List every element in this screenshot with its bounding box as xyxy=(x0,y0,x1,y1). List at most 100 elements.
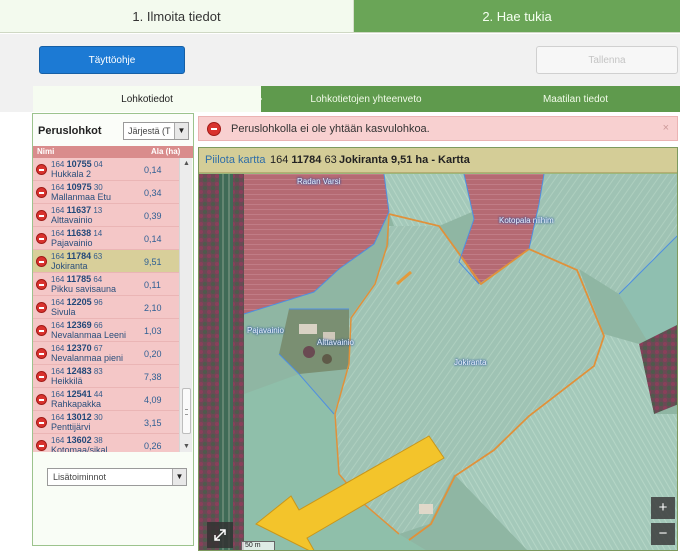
fill-help-button[interactable]: Täyttöohje xyxy=(39,46,185,74)
parcel-number: 164 12369 66 xyxy=(51,320,103,330)
parcel-row[interactable]: 164 13602 38 Kotomaa/sikal 0,26 xyxy=(33,434,179,452)
stop-icon xyxy=(36,256,47,267)
chevron-down-icon[interactable]: ▼ xyxy=(172,469,186,485)
stop-icon xyxy=(36,302,47,313)
scroll-up-icon[interactable]: ▲ xyxy=(183,160,190,167)
parcel-row[interactable]: 164 12369 66 Nevalanmaa Leeni 1,03 xyxy=(33,319,179,342)
parcel-area: 0,20 xyxy=(144,349,162,359)
tab-arrow-icon xyxy=(471,86,482,112)
parcel-panel-title: Peruslohkot xyxy=(38,125,102,137)
parcel-row[interactable]: 164 11637 13 Alttavainio 0,39 xyxy=(33,204,179,227)
action-bar: Täyttöohje Tallenna xyxy=(0,34,680,86)
parcel-name: Kotomaa/sikal xyxy=(51,445,108,452)
parcel-number: 164 11785 64 xyxy=(51,274,103,284)
parcel-name: Nevalanmaa pieni xyxy=(51,353,124,363)
parcel-name: Mallanmaa Etu xyxy=(51,192,112,202)
parcel-row[interactable]: 164 12205 96 Sivula 2,10 xyxy=(33,296,179,319)
map-scale: 50 m xyxy=(241,541,275,550)
parcel-number: 164 13602 38 xyxy=(51,435,103,445)
stop-icon xyxy=(36,279,47,290)
parcel-number: 164 12370 67 xyxy=(51,343,103,353)
stop-icon xyxy=(36,325,47,336)
parcel-number: 164 10755 04 xyxy=(51,159,103,169)
parcel-panel-header: Peruslohkot Järjestä (T ▼ xyxy=(33,114,193,146)
tab-arrow-icon xyxy=(251,86,262,112)
map-label-radan-varsi: Radan Varsi xyxy=(297,177,341,186)
parcel-name: Penttijärvi xyxy=(51,422,91,432)
parcel-row[interactable]: 164 11784 63 Jokiranta 9,51 xyxy=(33,250,179,273)
map-title: Jokiranta 9,51 ha - Kartta xyxy=(339,154,470,166)
parcel-area: 9,51 xyxy=(144,257,162,267)
stop-icon xyxy=(36,371,47,382)
parcel-area: 1,03 xyxy=(144,326,162,336)
parcel-row[interactable]: 164 10975 30 Mallanmaa Etu 0,34 xyxy=(33,181,179,204)
chevron-down-icon[interactable]: ▼ xyxy=(174,123,188,139)
stop-icon xyxy=(36,233,47,244)
parcel-name: Sivula xyxy=(51,307,76,317)
parcel-number: 164 11638 14 xyxy=(51,228,103,238)
parcel-name: Rahkapakka xyxy=(51,399,102,409)
tab-lohkotiedot[interactable]: Lohkotiedot xyxy=(33,86,261,112)
scroll-down-icon[interactable]: ▼ xyxy=(183,443,190,450)
parcel-row[interactable]: 164 12370 67 Nevalanmaa pieni 0,20 xyxy=(33,342,179,365)
zoom-out-button[interactable]: − xyxy=(651,523,675,545)
map-parcel-id: 164 11784 63 xyxy=(270,154,337,166)
stop-icon xyxy=(36,164,47,175)
scrollbar-thumb[interactable] xyxy=(182,388,191,434)
map-label-kotopala: Kotopala niihim xyxy=(499,216,554,225)
sort-select[interactable]: Järjestä (T ▼ xyxy=(123,122,189,140)
tab-maatilan-tiedot[interactable]: Maatilan tiedot xyxy=(471,86,680,112)
more-actions-value: Lisätoiminnot xyxy=(53,472,107,482)
parcel-area: 3,15 xyxy=(144,418,162,428)
parcel-number: 164 12541 44 xyxy=(51,389,103,399)
parcel-name: Alttavainio xyxy=(51,215,93,225)
map-label-alttavainio: Alttavainio xyxy=(317,338,354,347)
parcel-number: 164 10975 30 xyxy=(51,182,103,192)
parcel-area: 2,10 xyxy=(144,303,162,313)
parcel-row[interactable]: 164 12541 44 Rahkapakka 4,09 xyxy=(33,388,179,411)
zoom-in-button[interactable]: + xyxy=(651,497,675,519)
expand-icon xyxy=(214,529,226,541)
stop-icon xyxy=(207,122,221,136)
hide-map-link[interactable]: Piilota kartta xyxy=(205,154,266,166)
map-header: Piilota kartta 164 11784 63 Jokiranta 9,… xyxy=(199,148,677,173)
wizard-steps: 1. Ilmoita tiedot 2. Hae tukia xyxy=(0,0,680,33)
parcel-name: Nevalanmaa Leeni xyxy=(51,330,127,340)
parcel-number: 164 11637 13 xyxy=(51,205,103,215)
step-hae-tukia[interactable]: 2. Hae tukia xyxy=(354,0,680,32)
parcel-area: 0,34 xyxy=(144,188,162,198)
parcel-area: 4,09 xyxy=(144,395,162,405)
sort-select-value: Järjestä (T xyxy=(128,126,171,136)
parcel-row[interactable]: 164 12483 83 Heikkilä 7,38 xyxy=(33,365,179,388)
map-panel: Piilota kartta 164 11784 63 Jokiranta 9,… xyxy=(198,147,678,551)
stop-icon xyxy=(36,348,47,359)
stop-icon xyxy=(36,417,47,428)
more-actions-select[interactable]: Lisätoiminnot ▼ xyxy=(47,468,187,486)
alert-text: Peruslohkolla ei ole yhtään kasvulohkoa. xyxy=(231,123,430,135)
parcel-area: 7,38 xyxy=(144,372,162,382)
parcel-row[interactable]: 164 11638 14 Pajavainio 0,14 xyxy=(33,227,179,250)
parcel-number: 164 13012 30 xyxy=(51,412,103,422)
aerial-map[interactable] xyxy=(199,174,678,551)
expand-map-button[interactable] xyxy=(207,522,233,548)
warning-alert: Peruslohkolla ei ole yhtään kasvulohkoa.… xyxy=(198,116,678,141)
parcel-row[interactable]: 164 13012 30 Penttijärvi 3,15 xyxy=(33,411,179,434)
save-button[interactable]: Tallenna xyxy=(536,46,678,74)
stop-icon xyxy=(36,210,47,221)
close-icon[interactable]: × xyxy=(663,122,669,134)
parcel-area: 0,26 xyxy=(144,441,162,451)
map-label-pajavainio: Pajavainio xyxy=(247,326,284,335)
tab-lohkotietojen-yhteenveto[interactable]: Lohkotietojen yhteenveto xyxy=(251,86,481,112)
column-name: Nimi xyxy=(37,147,55,156)
parcel-row[interactable]: 164 11785 64 Pikku savisauna 0,11 xyxy=(33,273,179,296)
stop-icon xyxy=(36,187,47,198)
step-ilmoita-tiedot[interactable]: 1. Ilmoita tiedot xyxy=(0,0,354,32)
parcel-name: Jokiranta xyxy=(51,261,88,271)
parcel-area: 0,14 xyxy=(144,234,162,244)
parcel-list-scrollbar[interactable]: ▲ ▼ xyxy=(179,158,192,452)
map-label-jokiranta: Jokiranta xyxy=(454,358,487,367)
parcel-area: 0,11 xyxy=(144,280,161,290)
tab-bar: Maatilan tiedot Lohkotietojen yhteenveto… xyxy=(0,86,680,112)
parcel-name: Pajavainio xyxy=(51,238,93,248)
parcel-row[interactable]: 164 10755 04 Hukkala 2 0,14 xyxy=(33,158,179,181)
